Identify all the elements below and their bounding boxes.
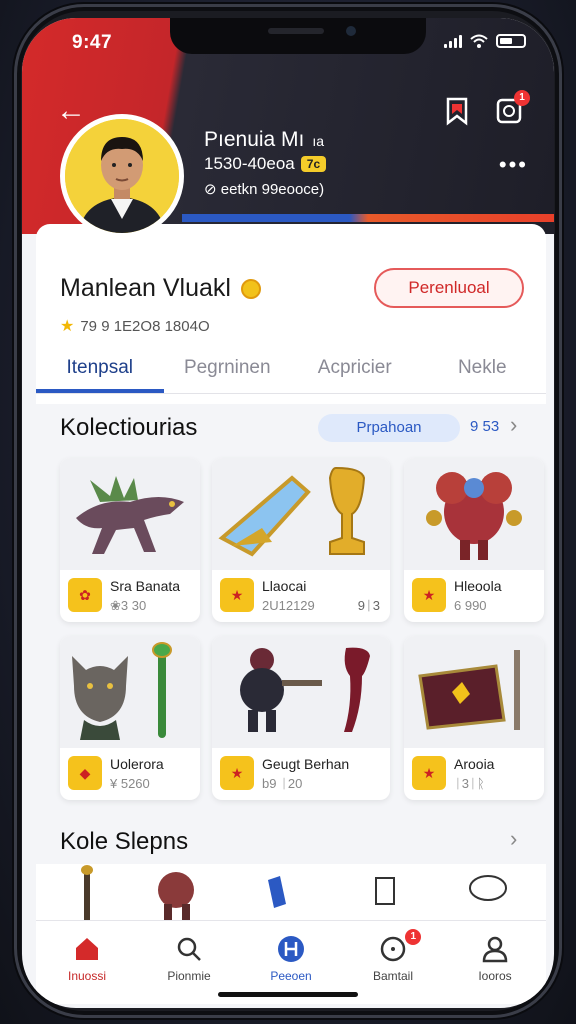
- wifi-icon: [470, 34, 488, 48]
- collection-item[interactable]: ★ Arooia ᛁ3ᛁᚱ: [404, 636, 544, 800]
- item-meta: ᛁ3ᛁᚱ: [454, 776, 485, 791]
- item-meta: 6 990: [454, 598, 487, 613]
- nav-label: Bamtail: [372, 969, 413, 983]
- card-stats-row: ★ 79 9 1E2O8 1804O: [60, 316, 210, 336]
- nav-profile[interactable]: Iooros: [444, 921, 546, 1004]
- profile-tabs: Itenpsal Pegrninen Acpricier Nekle: [36, 348, 546, 394]
- clock-icon: [380, 936, 406, 962]
- status-icons: [444, 34, 526, 48]
- tab-progress[interactable]: Pegrninen: [164, 348, 292, 393]
- avatar[interactable]: [60, 114, 184, 238]
- notification-badge: 1: [514, 90, 530, 106]
- collection-item[interactable]: ★ Hleoola 6 990: [404, 458, 544, 622]
- rarity-badge: ✿: [68, 578, 102, 612]
- item-meta: b9 ᛁ20: [262, 776, 303, 791]
- nav-label: Iooros: [478, 969, 512, 983]
- collection-item[interactable]: ✿ Sra Banata ❀3 30: [60, 458, 200, 622]
- profile-name: Pıenuia Mı: [204, 128, 305, 151]
- item-name: Geugt Berhan: [262, 756, 350, 772]
- preview-items: [81, 865, 507, 922]
- item-image: [404, 458, 544, 570]
- status-time: 9:47: [72, 32, 113, 53]
- shield-icon: [278, 936, 304, 962]
- avatar-portrait: [65, 119, 179, 233]
- bookmark-icon[interactable]: [442, 96, 472, 126]
- card-title: Manlean Vluakl: [60, 274, 231, 302]
- verified-icon: [240, 278, 261, 299]
- chevron-right-icon[interactable]: ›: [510, 412, 517, 438]
- follow-button[interactable]: Perenluoal: [374, 268, 524, 308]
- item-meta: ¥ 5260: [110, 776, 150, 791]
- camera-notch: [170, 18, 426, 54]
- front-camera: [346, 26, 356, 36]
- battery-icon: [496, 34, 526, 48]
- section-title: Kole Slepns: [60, 828, 189, 855]
- star-icon: ★: [60, 318, 75, 335]
- tab-items[interactable]: Itenpsal: [36, 348, 164, 393]
- item-name: Sra Banata: [110, 578, 181, 594]
- profile-id: 1530-40eoa: [204, 154, 295, 173]
- item-meta-secondary: 9ᛁ3: [357, 598, 380, 613]
- section-preview-strip: [36, 864, 546, 924]
- user-icon: [482, 936, 508, 963]
- item-name: Arooia: [454, 756, 495, 772]
- search-icon: [177, 937, 201, 961]
- chevron-right-icon[interactable]: ›: [510, 826, 517, 852]
- home-icon: [76, 938, 98, 960]
- item-image: [404, 636, 544, 748]
- speaker: [268, 28, 324, 34]
- vip-badge: 7c: [300, 156, 327, 172]
- card-stats: 79 9 1E2O8 1804O: [80, 317, 210, 335]
- nav-badge: 1: [405, 929, 422, 945]
- rarity-badge: ★: [220, 756, 254, 790]
- item-name: Llaocai: [262, 578, 307, 594]
- notifications-button[interactable]: 1: [494, 90, 530, 126]
- collection-item[interactable]: ★ Geugt Berhan b9 ᛁ20: [212, 636, 390, 800]
- item-meta: ❀3 30: [110, 598, 147, 613]
- more-options-icon[interactable]: •••: [499, 152, 528, 178]
- item-image: [212, 458, 390, 570]
- collections-title: Kolectiourias: [60, 414, 198, 441]
- item-image: [212, 636, 390, 748]
- item-image: [60, 458, 200, 570]
- nav-label: Pionmie: [167, 969, 211, 983]
- card-title-row: Manlean Vluakl: [60, 274, 261, 303]
- rarity-badge: ★: [412, 756, 446, 790]
- collections-filter[interactable]: Prpahoan: [318, 414, 460, 442]
- item-image: [60, 636, 200, 748]
- tab-more[interactable]: Nekle: [419, 348, 547, 393]
- profile-id-row: 1530-40eoa 7c: [204, 154, 327, 174]
- profile-location: ⊘ eetkn 99eooce): [204, 181, 325, 198]
- collections-count: 9 53: [470, 418, 500, 435]
- signal-icon: [444, 34, 462, 48]
- item-name: Hleoola: [454, 578, 502, 594]
- profile-name-row: Pıenuia Mı ıa: [204, 128, 324, 152]
- back-arrow-icon[interactable]: ←: [56, 96, 90, 126]
- profile-card: Manlean Vluakl ★ 79 9 1E2O8 1804O Perenl…: [36, 224, 546, 404]
- item-name: Uolerora: [110, 756, 164, 772]
- rarity-badge: ◆: [68, 756, 102, 790]
- nav-label: Inuossi: [67, 969, 107, 983]
- tab-achievements[interactable]: Acpricier: [291, 348, 419, 393]
- home-indicator[interactable]: [218, 992, 358, 997]
- profile-name-suffix: ıa: [312, 133, 325, 149]
- item-meta: 2U12129: [262, 598, 315, 613]
- nav-home[interactable]: Inuossi: [36, 921, 138, 1004]
- rarity-badge: ★: [220, 578, 254, 612]
- nav-label: Peeoen: [270, 969, 312, 983]
- collection-item[interactable]: ◆ Uolerora ¥ 5260: [60, 636, 200, 800]
- rarity-badge: ★: [412, 578, 446, 612]
- header-accent-band: [182, 214, 554, 222]
- app-screen: 9:47 ← 1 Pıenuia Mı ıa 1530-40eoa 7c ⊘ e…: [22, 18, 554, 1008]
- nav-activity[interactable]: 1 Bamtail: [342, 921, 444, 1004]
- collection-item[interactable]: ★ Llaocai 2U12129 9ᛁ3: [212, 458, 390, 622]
